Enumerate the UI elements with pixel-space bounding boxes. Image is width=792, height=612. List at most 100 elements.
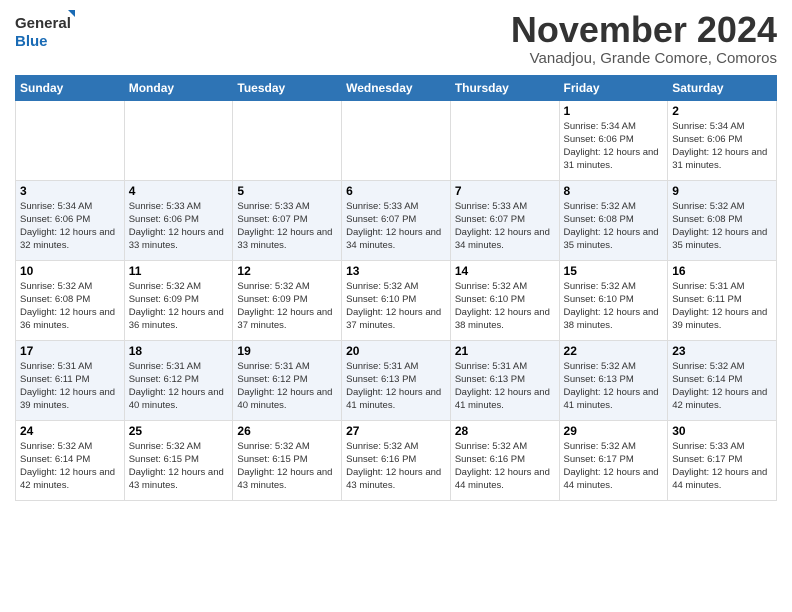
- day-header-friday: Friday: [559, 75, 668, 100]
- calendar-cell: 20 Sunrise: 5:31 AMSunset: 6:13 PMDayligh…: [342, 340, 451, 420]
- day-number: 1: [564, 104, 664, 118]
- day-number: 12: [237, 264, 337, 278]
- day-header-sunday: Sunday: [16, 75, 125, 100]
- day-number: 24: [20, 424, 120, 438]
- calendar-cell: 5 Sunrise: 5:33 AMSunset: 6:07 PMDaylight…: [233, 180, 342, 260]
- day-info: Sunrise: 5:32 AMSunset: 6:16 PMDaylight:…: [455, 440, 555, 493]
- day-number: 20: [346, 344, 446, 358]
- day-number: 9: [672, 184, 772, 198]
- day-number: 15: [564, 264, 664, 278]
- calendar-cell: 1 Sunrise: 5:34 AMSunset: 6:06 PMDaylight…: [559, 100, 668, 180]
- day-info: Sunrise: 5:31 AMSunset: 6:12 PMDaylight:…: [237, 360, 337, 413]
- day-info: Sunrise: 5:32 AMSunset: 6:08 PMDaylight:…: [564, 200, 664, 253]
- day-info: Sunrise: 5:32 AMSunset: 6:10 PMDaylight:…: [455, 280, 555, 333]
- day-number: 19: [237, 344, 337, 358]
- title-block: November 2024 Vanadjou, Grande Comore, C…: [511, 10, 777, 67]
- calendar-cell: 27 Sunrise: 5:32 AMSunset: 6:16 PMDayligh…: [342, 420, 451, 500]
- day-info: Sunrise: 5:31 AMSunset: 6:13 PMDaylight:…: [455, 360, 555, 413]
- calendar-cell: 4 Sunrise: 5:33 AMSunset: 6:06 PMDaylight…: [124, 180, 233, 260]
- day-info: Sunrise: 5:31 AMSunset: 6:11 PMDaylight:…: [672, 280, 772, 333]
- day-info: Sunrise: 5:34 AMSunset: 6:06 PMDaylight:…: [672, 120, 772, 173]
- svg-text:Blue: Blue: [15, 33, 48, 50]
- day-info: Sunrise: 5:32 AMSunset: 6:15 PMDaylight:…: [129, 440, 229, 493]
- calendar-cell: 14Sunrise: 5:32 AMSunset: 6:10 PMDayligh…: [450, 260, 559, 340]
- calendar-cell: [450, 100, 559, 180]
- calendar-cell: 3 Sunrise: 5:34 AMSunset: 6:06 PMDaylight…: [16, 180, 125, 260]
- day-header-tuesday: Tuesday: [233, 75, 342, 100]
- calendar-cell: 16 Sunrise: 5:31 AMSunset: 6:11 PMDayligh…: [668, 260, 777, 340]
- day-info: Sunrise: 5:34 AMSunset: 6:06 PMDaylight:…: [20, 200, 120, 253]
- day-info: Sunrise: 5:32 AMSunset: 6:16 PMDaylight:…: [346, 440, 446, 493]
- calendar-cell: 13 Sunrise: 5:32 AMSunset: 6:10 PMDayligh…: [342, 260, 451, 340]
- logo-svg: General Blue: [15, 10, 75, 54]
- day-info: Sunrise: 5:34 AMSunset: 6:06 PMDaylight:…: [564, 120, 664, 173]
- day-number: 7: [455, 184, 555, 198]
- calendar-cell: [16, 100, 125, 180]
- day-info: Sunrise: 5:32 AMSunset: 6:08 PMDaylight:…: [20, 280, 120, 333]
- day-info: Sunrise: 5:33 AMSunset: 6:07 PMDaylight:…: [237, 200, 337, 253]
- day-info: Sunrise: 5:31 AMSunset: 6:13 PMDaylight:…: [346, 360, 446, 413]
- calendar-table: SundayMondayTuesdayWednesdayThursdayFrid…: [15, 75, 777, 501]
- calendar-cell: [233, 100, 342, 180]
- day-info: Sunrise: 5:33 AMSunset: 6:07 PMDaylight:…: [455, 200, 555, 253]
- day-info: Sunrise: 5:32 AMSunset: 6:09 PMDaylight:…: [237, 280, 337, 333]
- calendar-cell: 24 Sunrise: 5:32 AMSunset: 6:14 PMDayligh…: [16, 420, 125, 500]
- day-number: 17: [20, 344, 120, 358]
- calendar-cell: [124, 100, 233, 180]
- day-number: 25: [129, 424, 229, 438]
- day-info: Sunrise: 5:33 AMSunset: 6:06 PMDaylight:…: [129, 200, 229, 253]
- day-number: 5: [237, 184, 337, 198]
- day-info: Sunrise: 5:32 AMSunset: 6:14 PMDaylight:…: [672, 360, 772, 413]
- day-header-thursday: Thursday: [450, 75, 559, 100]
- calendar-week-row: 3 Sunrise: 5:34 AMSunset: 6:06 PMDaylight…: [16, 180, 777, 260]
- calendar-cell: [342, 100, 451, 180]
- calendar-cell: 2 Sunrise: 5:34 AMSunset: 6:06 PMDaylight…: [668, 100, 777, 180]
- calendar-week-row: 17 Sunrise: 5:31 AMSunset: 6:11 PMDayligh…: [16, 340, 777, 420]
- day-number: 4: [129, 184, 229, 198]
- day-number: 10: [20, 264, 120, 278]
- calendar-cell: 23 Sunrise: 5:32 AMSunset: 6:14 PMDayligh…: [668, 340, 777, 420]
- day-number: 30: [672, 424, 772, 438]
- day-number: 2: [672, 104, 772, 118]
- day-info: Sunrise: 5:32 AMSunset: 6:17 PMDaylight:…: [564, 440, 664, 493]
- calendar-cell: 17 Sunrise: 5:31 AMSunset: 6:11 PMDayligh…: [16, 340, 125, 420]
- day-info: Sunrise: 5:33 AMSunset: 6:07 PMDaylight:…: [346, 200, 446, 253]
- day-number: 21: [455, 344, 555, 358]
- day-number: 27: [346, 424, 446, 438]
- day-info: Sunrise: 5:32 AMSunset: 6:08 PMDaylight:…: [672, 200, 772, 253]
- calendar-cell: 25 Sunrise: 5:32 AMSunset: 6:15 PMDayligh…: [124, 420, 233, 500]
- calendar-cell: 30 Sunrise: 5:33 AMSunset: 6:17 PMDayligh…: [668, 420, 777, 500]
- day-number: 11: [129, 264, 229, 278]
- day-header-monday: Monday: [124, 75, 233, 100]
- calendar-cell: 26Sunrise: 5:32 AMSunset: 6:15 PMDayligh…: [233, 420, 342, 500]
- page-header: General Blue November 2024 Vanadjou, Gra…: [15, 10, 777, 67]
- calendar-cell: 19 Sunrise: 5:31 AMSunset: 6:12 PMDayligh…: [233, 340, 342, 420]
- day-number: 3: [20, 184, 120, 198]
- day-number: 13: [346, 264, 446, 278]
- day-number: 28: [455, 424, 555, 438]
- day-header-saturday: Saturday: [668, 75, 777, 100]
- calendar-cell: 7 Sunrise: 5:33 AMSunset: 6:07 PMDaylight…: [450, 180, 559, 260]
- day-number: 29: [564, 424, 664, 438]
- day-info: Sunrise: 5:33 AMSunset: 6:17 PMDaylight:…: [672, 440, 772, 493]
- day-info: Sunrise: 5:32 AMSunset: 6:15 PMDaylight:…: [237, 440, 337, 493]
- day-header-wednesday: Wednesday: [342, 75, 451, 100]
- day-info: Sunrise: 5:32 AMSunset: 6:14 PMDaylight:…: [20, 440, 120, 493]
- day-info: Sunrise: 5:32 AMSunset: 6:09 PMDaylight:…: [129, 280, 229, 333]
- calendar-week-row: 1 Sunrise: 5:34 AMSunset: 6:06 PMDaylight…: [16, 100, 777, 180]
- location-subtitle: Vanadjou, Grande Comore, Comoros: [511, 50, 777, 67]
- day-info: Sunrise: 5:32 AMSunset: 6:10 PMDaylight:…: [346, 280, 446, 333]
- calendar-cell: 28 Sunrise: 5:32 AMSunset: 6:16 PMDayligh…: [450, 420, 559, 500]
- calendar-week-row: 10 Sunrise: 5:32 AMSunset: 6:08 PMDayligh…: [16, 260, 777, 340]
- calendar-cell: 10 Sunrise: 5:32 AMSunset: 6:08 PMDayligh…: [16, 260, 125, 340]
- calendar-cell: 6Sunrise: 5:33 AMSunset: 6:07 PMDaylight…: [342, 180, 451, 260]
- month-title: November 2024: [511, 10, 777, 50]
- calendar-cell: 22Sunrise: 5:32 AMSunset: 6:13 PMDayligh…: [559, 340, 668, 420]
- day-info: Sunrise: 5:31 AMSunset: 6:11 PMDaylight:…: [20, 360, 120, 413]
- day-info: Sunrise: 5:31 AMSunset: 6:12 PMDaylight:…: [129, 360, 229, 413]
- calendar-cell: 29 Sunrise: 5:32 AMSunset: 6:17 PMDayligh…: [559, 420, 668, 500]
- calendar-cell: 9 Sunrise: 5:32 AMSunset: 6:08 PMDaylight…: [668, 180, 777, 260]
- day-number: 16: [672, 264, 772, 278]
- calendar-cell: 15Sunrise: 5:32 AMSunset: 6:10 PMDayligh…: [559, 260, 668, 340]
- day-number: 23: [672, 344, 772, 358]
